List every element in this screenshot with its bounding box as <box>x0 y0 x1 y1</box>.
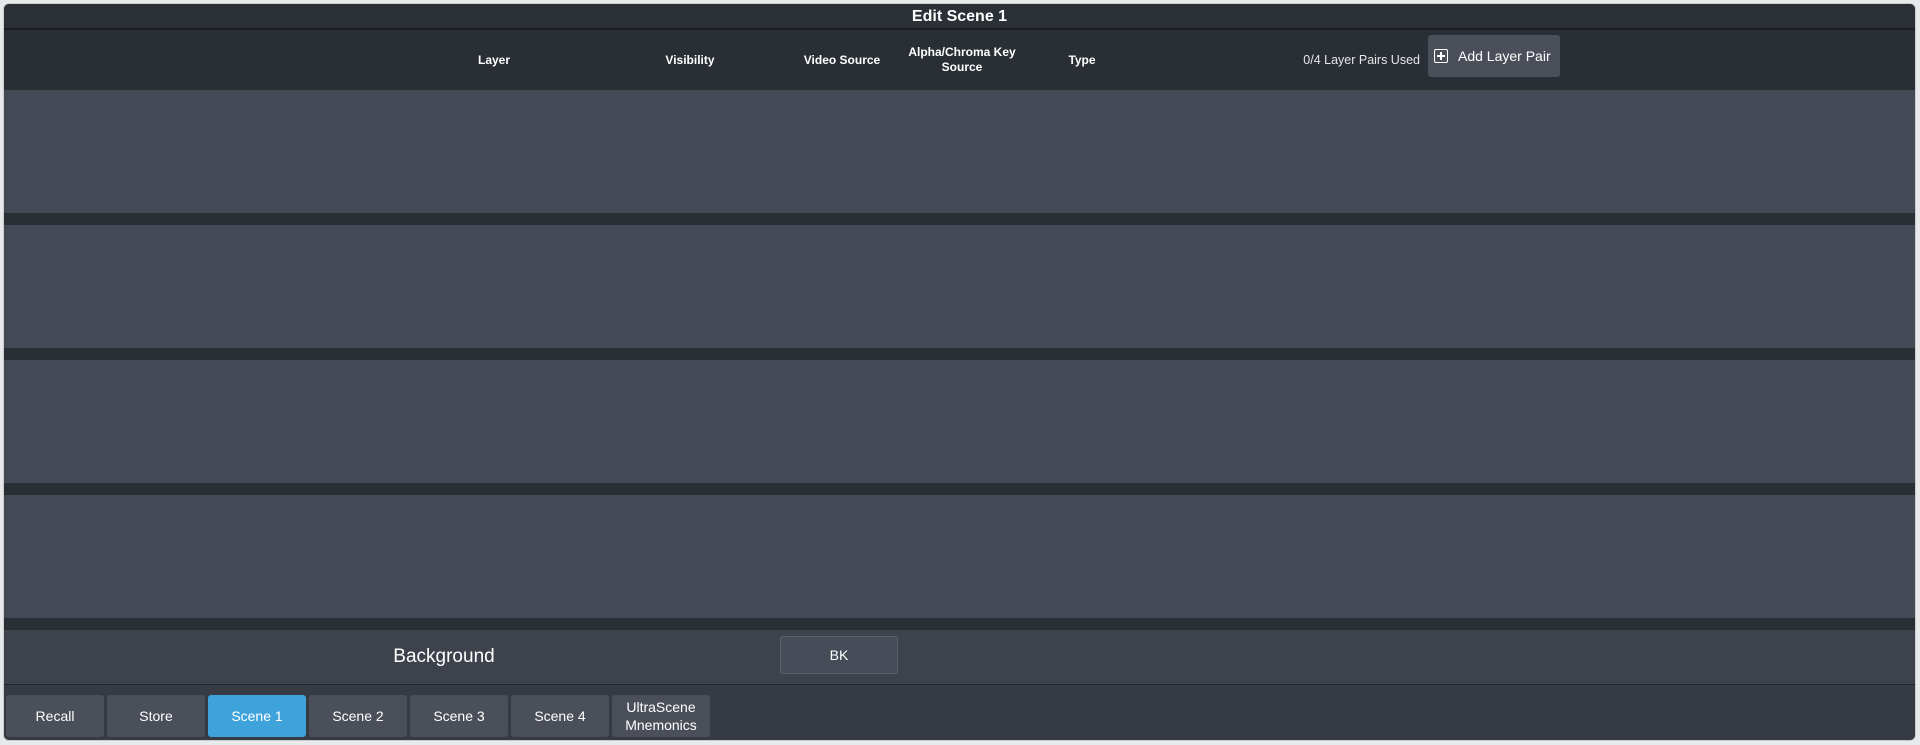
tab-scene-3[interactable]: Scene 3 <box>410 695 508 737</box>
background-label: Background <box>393 646 495 667</box>
window-title: Edit Scene 1 <box>911 8 1008 25</box>
layer-pair-slot-2 <box>4 225 1915 348</box>
mnemonics-line2: Mnemonics <box>625 717 697 733</box>
background-source-button[interactable]: BK <box>780 636 898 674</box>
mnemonics-line1: UltraScene <box>626 699 696 715</box>
layer-table-header: Layer Visibility Video Source Alpha/Chro… <box>4 30 1915 90</box>
column-header-alpha-chroma-key-source: Alpha/Chroma Key Source <box>892 30 1032 90</box>
edit-scene-window: Edit Scene 1 Layer Visibility Video Sour… <box>3 3 1916 741</box>
column-header-visibility: Visibility <box>665 52 715 67</box>
add-layer-pair-label: Add Layer Pair <box>1458 48 1551 64</box>
tab-scene-4[interactable]: Scene 4 <box>511 695 609 737</box>
column-header-type: Type <box>1068 52 1096 67</box>
scene-tab-bar: Recall Store Scene 1 Scene 2 Scene 3 Sce… <box>4 685 1915 740</box>
tab-scene-2[interactable]: Scene 2 <box>309 695 407 737</box>
alpha-header-line2: Source <box>941 60 983 74</box>
column-header-layer: Layer <box>477 52 511 67</box>
tab-ultrascene-mnemonics[interactable]: UltraScene Mnemonics <box>612 695 710 737</box>
title-bar: Edit Scene 1 <box>4 4 1915 30</box>
layer-pairs-used-count: 0/4 Layer Pairs Used <box>1303 53 1420 67</box>
background-row: Background BK <box>4 630 1915 685</box>
tab-store[interactable]: Store <box>107 695 205 737</box>
tab-recall[interactable]: Recall <box>6 695 104 737</box>
tab-scene-1[interactable]: Scene 1 <box>208 695 306 737</box>
add-layer-pair-button[interactable]: Add Layer Pair <box>1428 35 1560 77</box>
layer-pair-slot-4 <box>4 495 1915 618</box>
layer-pair-slot-3 <box>4 360 1915 483</box>
plus-square-icon <box>1434 49 1448 63</box>
alpha-header-line1: Alpha/Chroma Key <box>908 45 1016 59</box>
column-header-video-source: Video Source <box>803 52 881 67</box>
layer-pair-slot-1 <box>4 90 1915 213</box>
